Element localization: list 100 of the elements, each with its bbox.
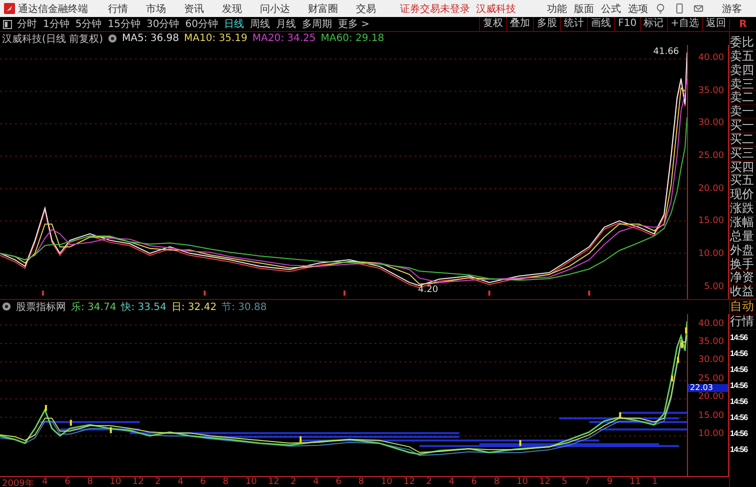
period-tab[interactable]: 5分钟 <box>75 17 102 31</box>
toolbar-button[interactable]: 统计 <box>560 17 588 31</box>
indicator-title: 股票指标网 <box>16 300 66 314</box>
period-tab[interactable]: 日线 <box>224 17 244 31</box>
toolbar-button[interactable]: 返回 <box>702 17 729 31</box>
user-label[interactable]: 游客 <box>722 2 742 16</box>
menu-item[interactable]: 交易 <box>356 2 376 16</box>
menu-item[interactable]: 财富圈 <box>308 2 338 16</box>
period-tab[interactable]: 15分钟 <box>108 17 140 31</box>
date-label: 1 <box>652 477 659 487</box>
quote-label: 现价 <box>730 188 756 202</box>
axis-label: 35.00 <box>698 337 724 348</box>
more-tab[interactable]: 更多 > <box>338 17 370 31</box>
toolbar-button[interactable]: 叠加 <box>506 17 534 31</box>
side-tab[interactable]: R <box>729 18 756 30</box>
axis-label: 40.00 <box>698 318 724 329</box>
toolbar-button[interactable]: 标记 <box>640 17 667 31</box>
panel-tab[interactable]: 自动 <box>730 300 756 315</box>
quote-label: 委比 <box>730 36 756 50</box>
menu-item[interactable]: 公式 <box>601 2 621 16</box>
trade-time: 14:56 <box>730 444 749 456</box>
toolbar-button[interactable]: 画线 <box>587 17 614 31</box>
trade-time: 14:56 <box>730 396 749 408</box>
volume-bar <box>619 411 688 414</box>
ma-value: MA20: 34.25 <box>252 33 316 44</box>
date-label: 11 <box>629 477 642 487</box>
menu-item[interactable]: 功能 <box>547 2 567 16</box>
date-label: 2 <box>154 477 162 487</box>
axis-label: 35.00 <box>698 86 724 96</box>
quote-label: 总量 <box>730 230 756 244</box>
date-label: 6 <box>200 477 207 487</box>
menu-item[interactable]: 资讯 <box>184 2 204 16</box>
login-status[interactable]: 证券交易未登录 <box>400 2 470 16</box>
trade-time: 14:56 <box>730 428 749 440</box>
period-tab[interactable]: 60分钟 <box>185 17 218 31</box>
period-tab[interactable]: 30分钟 <box>146 17 180 31</box>
indicator-value: 快: 33.54 <box>121 300 166 314</box>
phone-icon[interactable] <box>674 3 685 14</box>
axis-label: 15.00 <box>698 216 724 226</box>
ma-value: MA10: 35.19 <box>184 33 248 44</box>
quote-label: 卖四 <box>730 64 756 78</box>
signal-bar <box>70 419 72 426</box>
quote-label: 外盘 <box>730 244 756 258</box>
menu-item[interactable]: 市场 <box>146 2 166 16</box>
date-label: 4 <box>313 477 320 487</box>
menu-item[interactable]: 行情 <box>108 2 128 16</box>
stock-link[interactable]: 汉威科技 <box>476 2 516 16</box>
date-label: 12 <box>539 477 552 487</box>
date-label: 10 <box>380 477 394 487</box>
axis-label: 10.00 <box>698 428 724 439</box>
quote-label: 涨跌 <box>730 202 756 216</box>
quote-label: 买四 <box>730 160 756 174</box>
event-marker <box>42 290 44 296</box>
message-icon[interactable] <box>693 3 704 14</box>
axis-label: 5.00 <box>704 282 724 292</box>
date-label: 6 <box>336 477 342 487</box>
event-marker <box>588 290 590 296</box>
period-tab[interactable]: 多周期 <box>302 17 332 31</box>
date-label: 8 <box>494 477 501 487</box>
date-label: 10 <box>516 477 529 487</box>
signal-bar <box>110 426 112 433</box>
menu-item[interactable]: 版面 <box>574 2 594 16</box>
period-tab[interactable]: 月线 <box>276 17 296 31</box>
date-label: 5 <box>562 477 568 487</box>
date-label: 6 <box>64 477 72 487</box>
lightbulb-icon[interactable] <box>655 3 666 14</box>
date-label: 9 <box>606 477 614 487</box>
trade-time: 14:56 <box>730 332 749 344</box>
period-tab[interactable]: 1分钟 <box>43 17 70 31</box>
period-tab[interactable]: 分时 <box>17 17 37 31</box>
axis-label: 30.00 <box>698 118 724 128</box>
toolbar-button[interactable]: 多股 <box>533 17 560 31</box>
date-label: 8 <box>358 477 366 487</box>
date-label: 4 <box>42 477 49 487</box>
panel-tab[interactable]: 行情 <box>730 314 756 330</box>
quote-label: 买三 <box>730 146 756 161</box>
date-label: 7 <box>584 477 591 487</box>
date-label: 12 <box>132 477 145 487</box>
quote-label: 换手 <box>730 258 756 272</box>
period-tab[interactable]: 周线 <box>250 17 270 31</box>
axis-label: 15.00 <box>698 410 724 421</box>
trade-time: 14:56 <box>730 412 749 424</box>
chart-title: 汉威科技(日线 前复权) <box>2 32 103 46</box>
signal-bar <box>619 412 622 418</box>
settings-icon[interactable] <box>2 302 11 312</box>
settings-icon[interactable] <box>108 34 117 43</box>
toolbar-button[interactable]: F10 <box>614 17 640 31</box>
toolbar-button[interactable]: 复权 <box>479 17 506 31</box>
toolbar-button[interactable]: +自选 <box>666 17 702 31</box>
menu-item[interactable]: 问小达 <box>260 2 290 16</box>
date-label: 4 <box>178 477 184 487</box>
axis-label: 20.00 <box>698 392 724 402</box>
ma-value: MA60: 29.18 <box>320 33 384 44</box>
panel-toggle-icon[interactable] <box>3 20 12 28</box>
signal-bar <box>671 375 674 382</box>
menu-item[interactable]: 发现 <box>222 2 242 16</box>
menu-item[interactable]: 选项 <box>628 2 648 16</box>
event-marker <box>204 290 206 296</box>
date-label: 12 <box>268 477 280 487</box>
low-price-label: 4.20 <box>418 285 438 295</box>
